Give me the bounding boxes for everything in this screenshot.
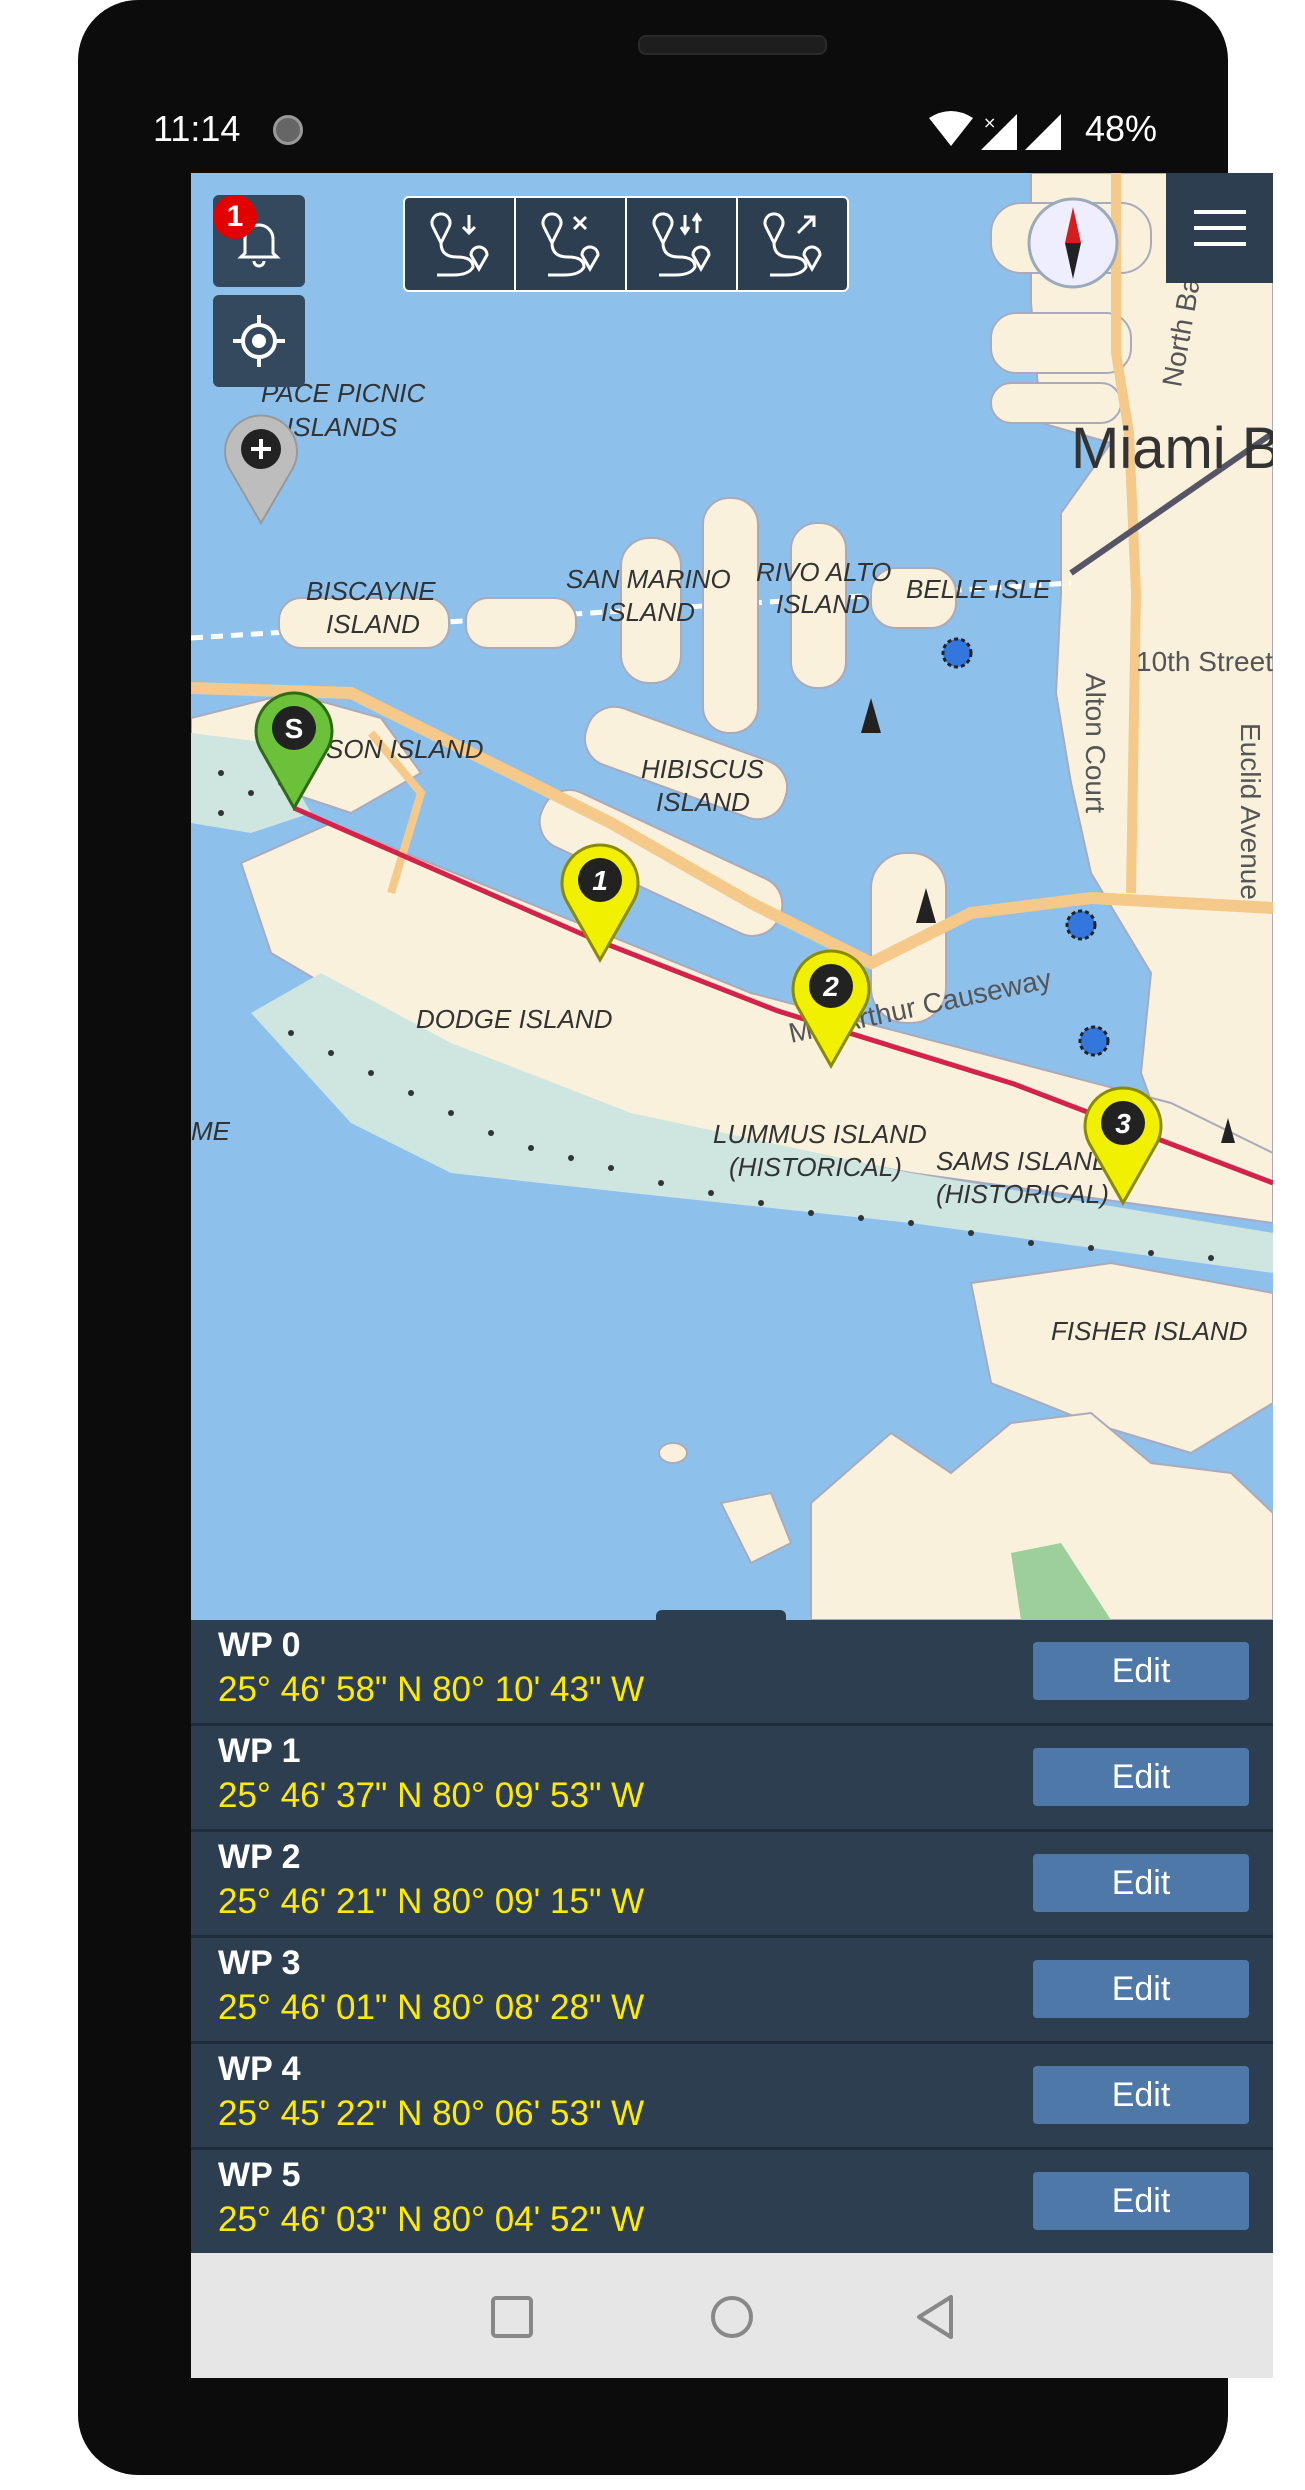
locate-me-button[interactable] — [213, 295, 305, 387]
route-reorder-icon — [652, 212, 711, 277]
edit-waypoint-button[interactable]: Edit — [1033, 1642, 1249, 1700]
wifi-icon — [929, 111, 973, 146]
crosshair-icon — [233, 315, 285, 367]
android-nav-bar — [191, 2253, 1273, 2378]
waypoint-row: WP 0 25° 46' 58" N 80° 10' 43" W Edit — [191, 1620, 1273, 1726]
svg-text:3: 3 — [1115, 1108, 1131, 1139]
waypoint-coordinates: 25° 46' 01" N 80° 08' 28" W — [218, 1988, 645, 2027]
back-icon[interactable] — [917, 2295, 953, 2339]
route-delete-waypoint-icon — [541, 212, 600, 277]
edit-waypoint-button[interactable]: Edit — [1033, 2066, 1249, 2124]
edit-waypoint-button[interactable]: Edit — [1033, 2172, 1249, 2230]
route-delete-waypoint-button[interactable] — [516, 198, 627, 290]
map-label-san-marino-island: ISLAND — [601, 597, 695, 627]
route-share-button[interactable] — [738, 198, 847, 290]
nautical-map[interactable]: PACE PICNIC ISLANDS BISCAYNE ISLAND SAN … — [191, 173, 1273, 1620]
svg-text:S: S — [285, 713, 304, 744]
map-label-hibiscus: HIBISCUS — [641, 754, 764, 784]
map-label-alton-court: Alton Court — [1080, 673, 1111, 813]
recent-apps-icon[interactable] — [491, 2296, 533, 2338]
waypoint-row: WP 2 25° 46' 21" N 80° 09' 15" W Edit — [191, 1832, 1273, 1938]
map-label-miami: Miami B — [1071, 416, 1273, 481]
phone-frame: 11:14 × 48% PACE PICNIC ISLANDS BISCAYNE… — [78, 0, 1273, 2475]
map-label-biscayne-island: ISLAND — [326, 609, 420, 639]
waypoint-list: WP 0 25° 46' 58" N 80° 10' 43" W Edit WP… — [191, 1620, 1273, 2256]
menu-button[interactable] — [1166, 173, 1273, 283]
map-label-lummus-historical: (HISTORICAL) — [729, 1152, 902, 1182]
map-label-10th-street: 10th Street — [1136, 646, 1273, 677]
waypoint-row: WP 3 25° 46' 01" N 80° 08' 28" W Edit — [191, 1938, 1273, 2044]
map-label-belle-isle: BELLE ISLE — [906, 574, 1051, 604]
svg-text:×: × — [983, 113, 996, 132]
map-label-sams: SAMS ISLAND — [936, 1146, 1111, 1176]
compass-icon — [1027, 197, 1119, 289]
waypoint-coordinates: 25° 45' 22" N 80° 06' 53" W — [218, 2094, 645, 2133]
waypoint-name: WP 3 — [218, 1944, 301, 1982]
map-label-islands: ISLANDS — [286, 412, 398, 442]
app-screen: PACE PICNIC ISLANDS BISCAYNE ISLAND SAN … — [191, 173, 1273, 2378]
waypoint-coordinates: 25° 46' 37" N 80° 09' 53" W — [218, 1776, 645, 1815]
home-icon[interactable] — [711, 2296, 753, 2338]
status-notification-icon — [273, 115, 303, 145]
edit-waypoint-button[interactable]: Edit — [1033, 1854, 1249, 1912]
notification-badge: 1 — [213, 195, 257, 239]
edit-waypoint-button[interactable]: Edit — [1033, 1960, 1249, 2018]
waypoint-coordinates: 25° 46' 03" N 80° 04' 52" W — [218, 2200, 645, 2239]
waypoint-name: WP 5 — [218, 2156, 301, 2194]
waypoint-name: WP 2 — [218, 1838, 301, 1876]
waypoint-name: WP 4 — [218, 2050, 301, 2088]
map-label-rivo-alto: RIVO ALTO — [756, 557, 891, 587]
map-label-hibiscus-island: ISLAND — [656, 787, 750, 817]
map-label-san-marino: SAN MARINO — [566, 564, 731, 594]
route-toolbar — [403, 196, 849, 292]
map-label-euclid: Euclid Avenue — [1235, 723, 1266, 900]
map-label-dodge-island: DODGE ISLAND — [416, 1004, 613, 1034]
waypoint-name: WP 1 — [218, 1732, 301, 1770]
status-time: 11:14 — [153, 108, 241, 149]
map-label-fisher-island: FISHER ISLAND — [1051, 1316, 1248, 1346]
map-label-biscayne: BISCAYNE — [306, 576, 436, 606]
route-add-waypoint-button[interactable] — [405, 198, 516, 290]
route-reorder-button[interactable] — [627, 198, 738, 290]
hamburger-icon — [1193, 210, 1246, 246]
notifications-button[interactable]: 1 — [213, 195, 305, 287]
svg-text:2: 2 — [822, 971, 839, 1002]
map-label-sams-historical: (HISTORICAL) — [936, 1179, 1109, 1209]
route-share-icon — [763, 212, 822, 277]
waypoint-row: WP 4 25° 45' 22" N 80° 06' 53" W Edit — [191, 2044, 1273, 2150]
route-add-waypoint-icon — [430, 212, 489, 277]
waypoint-name: WP 0 — [218, 1626, 301, 1664]
svg-text:1: 1 — [592, 865, 608, 896]
waypoint-coordinates: 25° 46' 21" N 80° 09' 15" W — [218, 1882, 645, 1921]
map-label-watson-island: SON ISLAND — [326, 734, 484, 764]
waypoint-row: WP 1 25° 46' 37" N 80° 09' 53" W Edit — [191, 1726, 1273, 1832]
edit-waypoint-button[interactable]: Edit — [1033, 1748, 1249, 1806]
battery-percent: 48% — [1085, 108, 1158, 149]
map-label-lummus: LUMMUS ISLAND — [713, 1119, 927, 1149]
waypoint-row: WP 5 25° 46' 03" N 80° 04' 52" W Edit — [191, 2150, 1273, 2256]
status-signal-icons: × — [929, 111, 1061, 150]
phone-speaker — [638, 35, 827, 55]
map-label-me: ME — [191, 1116, 231, 1146]
waypoint-coordinates: 25° 46' 58" N 80° 10' 43" W — [218, 1670, 645, 1709]
cell-signal-2-icon — [1025, 114, 1061, 150]
map-label-rivo-alto-island: ISLAND — [776, 589, 870, 619]
